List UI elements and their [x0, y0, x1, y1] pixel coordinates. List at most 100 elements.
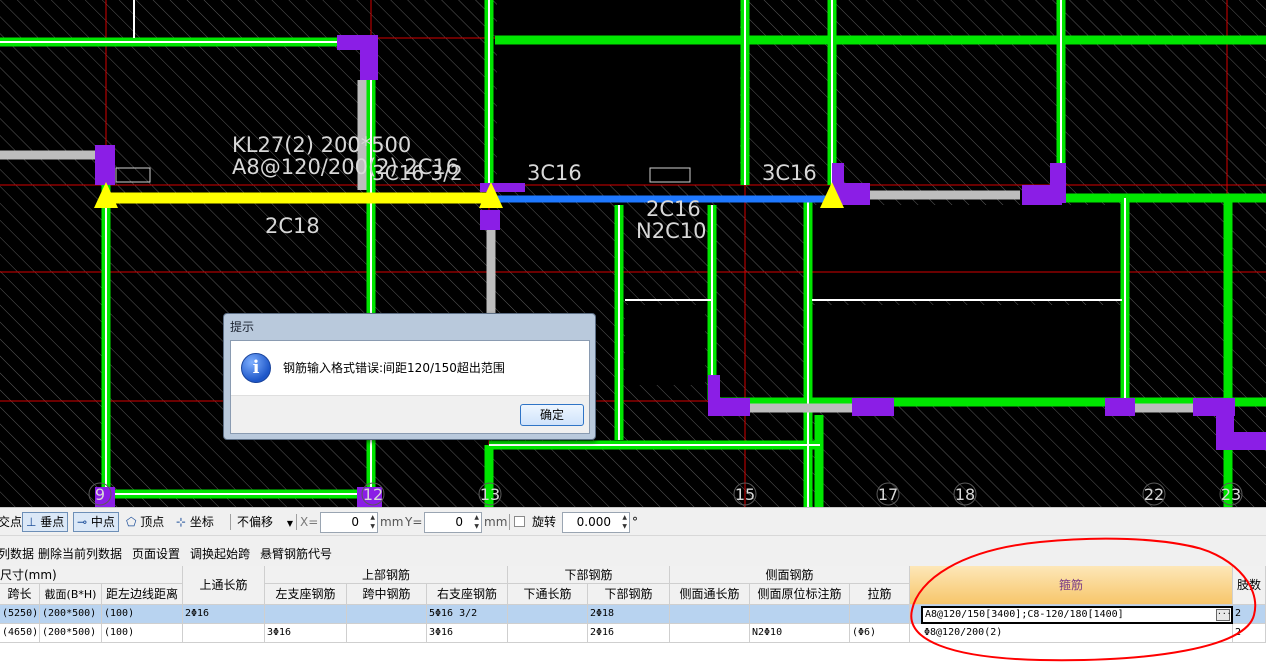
header-side-original: 侧面原位标注筋	[750, 584, 850, 605]
info-icon: i	[241, 353, 271, 383]
error-dialog: 提示 i 钢筋输入格式错误:间距120/150超出范围 确定	[223, 313, 596, 440]
stirrup-edit-input[interactable]: A8@120/150[3400];C8-120/180[1400] ···	[921, 606, 1233, 624]
cell-span-length[interactable]: (4650)	[0, 624, 40, 643]
cell-left-seat[interactable]	[265, 605, 347, 624]
axis-number: 12	[363, 485, 383, 504]
cell-mid-span[interactable]	[347, 605, 427, 624]
snap-vertex-button[interactable]: ⬠ 顶点	[126, 513, 164, 531]
header-size: 尺寸(mm)	[0, 566, 183, 584]
header-left-seat: 左支座钢筋	[265, 584, 347, 605]
span2-side-label: N2C10	[636, 219, 706, 243]
header-legs: 肢数	[1233, 566, 1266, 605]
snap-perpendicular-label: 垂点	[40, 515, 65, 529]
cell-stirrup[interactable]: Φ8@120/200(2)	[910, 624, 1233, 643]
beam-label: KL27(2) 200*500	[232, 133, 411, 157]
header-bottom-main: 下部钢筋	[588, 584, 670, 605]
snap-perpendicular-button[interactable]: ⊥ 垂点	[22, 512, 69, 532]
menu-item-column-data[interactable]: 列数据	[0, 545, 34, 562]
stirrup-edit-value: A8@120/150[3400];C8-120/180[1400]	[925, 609, 1124, 620]
header-bottom-through: 下通长筋	[508, 584, 588, 605]
header-tie: 拉筋	[850, 584, 910, 605]
axis-number: 15	[735, 485, 755, 504]
cell-tie[interactable]	[850, 605, 910, 624]
header-stirrup[interactable]: 箍筋	[910, 566, 1233, 605]
cell-bottom-main[interactable]: 2Φ16	[588, 624, 670, 643]
snap-midpoint-label: 中点	[90, 515, 115, 529]
offset-mode-dropdown[interactable]: 不偏移 ▼	[237, 513, 293, 531]
menu-item-delete-column-data[interactable]: 删除当前列数据	[38, 545, 122, 562]
ok-button[interactable]: 确定	[520, 404, 584, 426]
void-room-3	[812, 305, 1122, 398]
snap-intersection[interactable]: 交点	[0, 513, 22, 531]
snap-coordinate-label: 坐标	[189, 515, 214, 529]
cell-bottom-main[interactable]: 2Φ18	[588, 605, 670, 624]
menu-item-swap-start-span[interactable]: 调换起始跨	[190, 545, 250, 562]
cell-section[interactable]: (200*500)	[40, 624, 102, 643]
drawing-svg: KL27(2) 200*500 A8@120/200(2) 2C16 3C16 …	[0, 0, 1266, 507]
y-unit: mm	[484, 515, 508, 529]
cell-tie[interactable]: (Φ6)	[850, 624, 910, 643]
header-mid-span: 跨中钢筋	[347, 584, 427, 605]
span2-top-left-label: 3C16	[527, 161, 582, 185]
left-bottom-label: 2C18	[265, 214, 320, 238]
cell-side-original[interactable]: N2Φ10	[750, 624, 850, 643]
cell-top-through[interactable]	[183, 624, 265, 643]
cell-legs[interactable]: 2	[1233, 624, 1266, 643]
cell-bottom-through[interactable]	[508, 605, 588, 624]
cell-distance[interactable]: (100)	[102, 624, 183, 643]
axis-number: 17	[878, 485, 898, 504]
span2-bottom-label: 2C16	[646, 197, 701, 221]
separator	[230, 514, 231, 530]
degree-unit: °	[632, 515, 638, 529]
midpoint-icon: ⊸	[77, 515, 88, 529]
table-menu-strip: 列数据 删除当前列数据 页面设置 调换起始跨 悬臂钢筋代号	[0, 535, 1266, 566]
axis-number: 23	[1221, 485, 1241, 504]
cell-section[interactable]: (200*500)	[40, 605, 102, 624]
void-room-1	[497, 0, 740, 185]
top-mid-label: 3C16 3/2	[372, 161, 463, 185]
x-offset-input[interactable]: 0	[320, 512, 378, 533]
cell-bottom-through[interactable]	[508, 624, 588, 643]
header-right-seat: 右支座钢筋	[427, 584, 508, 605]
cell-legs[interactable]: 2	[1233, 605, 1266, 624]
dialog-body: i 钢筋输入格式错误:间距120/150超出范围 确定	[230, 340, 590, 434]
dialog-message: 钢筋输入格式错误:间距120/150超出范围	[283, 361, 505, 375]
axis-number: 13	[480, 485, 500, 504]
snap-toolbar: 交点 ⊥ 垂点 ⊸ 中点 ⬠ 顶点 ⊹ 坐标 不偏移 ▼ X= 0 mm Y= …	[0, 507, 1266, 535]
cell-mid-span[interactable]	[347, 624, 427, 643]
cell-distance[interactable]: (100)	[102, 605, 183, 624]
cell-right-seat[interactable]: 5Φ16 3/2	[427, 605, 508, 624]
y-label: Y=	[405, 515, 423, 529]
header-section: 截面(B*H)	[40, 584, 102, 605]
rotate-angle-input[interactable]: 0.000	[562, 512, 630, 533]
rotate-label: 旋转	[532, 515, 557, 529]
coordinate-icon: ⊹	[176, 515, 187, 529]
snap-midpoint-button[interactable]: ⊸ 中点	[73, 512, 119, 532]
cell-side-through[interactable]	[670, 605, 750, 624]
axis-number: 18	[955, 485, 975, 504]
axis-number: 9	[95, 485, 105, 504]
cell-top-through[interactable]: 2Φ16	[183, 605, 265, 624]
cell-side-through[interactable]	[670, 624, 750, 643]
y-offset-input[interactable]: 0	[424, 512, 482, 533]
span2-top-right-label: 3C16	[762, 161, 817, 185]
snap-coordinate-button[interactable]: ⊹ 坐标	[176, 513, 214, 531]
ellipsis-button[interactable]: ···	[1216, 609, 1231, 621]
void-room-2	[812, 205, 1122, 300]
cell-left-seat[interactable]: 3Φ16	[265, 624, 347, 643]
perpendicular-icon: ⊥	[26, 515, 37, 529]
header-bottom-rebar: 下部钢筋	[508, 566, 670, 584]
menu-item-page-setup[interactable]: 页面设置	[132, 545, 180, 562]
snap-vertex-label: 顶点	[140, 515, 165, 529]
cell-span-length[interactable]: (5250)	[0, 605, 40, 624]
vertex-icon: ⬠	[126, 515, 137, 529]
cell-side-original[interactable]	[750, 605, 850, 624]
header-top-rebar: 上部钢筋	[265, 566, 508, 584]
cad-canvas[interactable]: KL27(2) 200*500 A8@120/200(2) 2C16 3C16 …	[0, 0, 1266, 507]
rotate-checkbox[interactable]	[514, 516, 525, 527]
chevron-down-icon: ▼	[286, 519, 293, 528]
menu-item-cantilever-code[interactable]: 悬臂钢筋代号	[260, 545, 332, 562]
dialog-message-area: i 钢筋输入格式错误:间距120/150超出范围	[231, 341, 589, 395]
cell-right-seat[interactable]: 3Φ16	[427, 624, 508, 643]
void-room-4	[625, 305, 705, 385]
